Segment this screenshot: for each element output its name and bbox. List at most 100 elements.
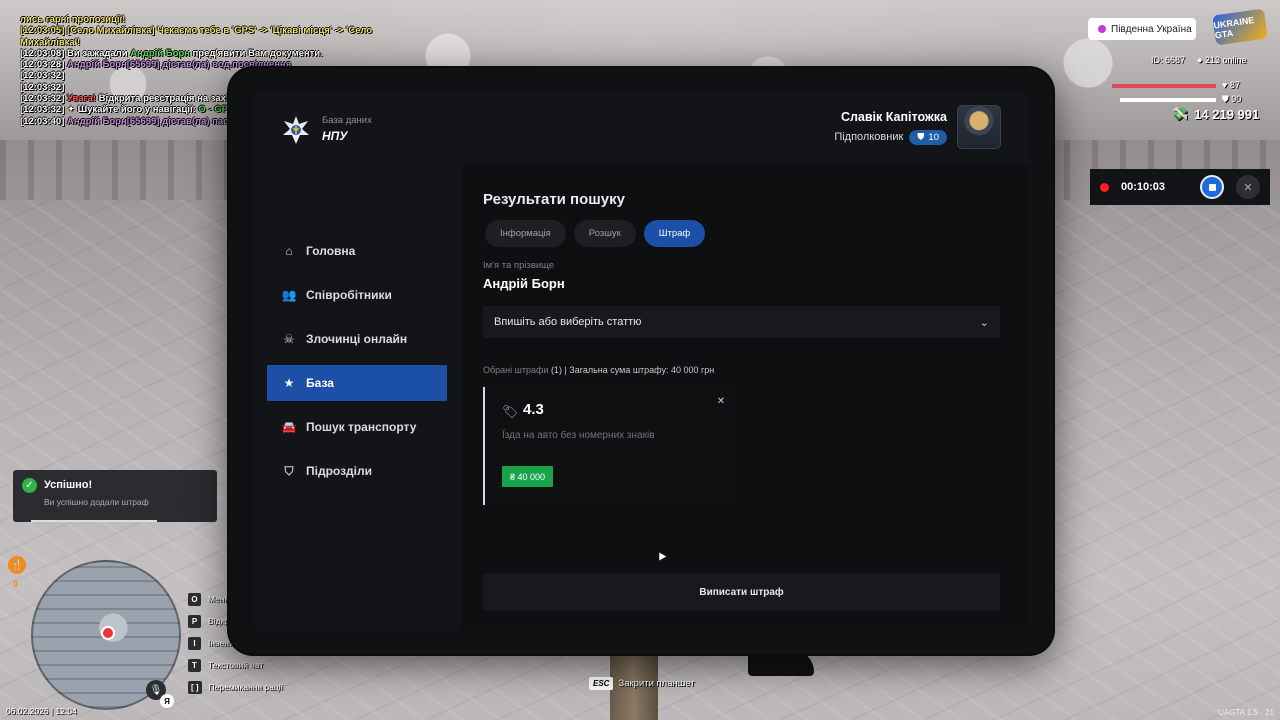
hint-label: Текстовий чат	[208, 660, 264, 670]
home-icon: ⌂	[285, 244, 293, 258]
tablet-screen: База даних НПУ ⌂ Головна 👥 Співробітники ☠ Зл…	[253, 91, 1029, 631]
badge-icon: ⛊	[917, 131, 925, 143]
brand-title: НПУ	[322, 129, 348, 143]
chat-text: [12:03:08] Ви зажадали	[20, 47, 131, 59]
player-marker-icon	[101, 626, 115, 640]
chat-text: [12:03:32]	[20, 70, 65, 82]
esc-key: ESC	[589, 677, 614, 690]
health-value: ♥ 87	[1222, 80, 1240, 90]
tag-icon: 🏷	[502, 404, 519, 419]
keybind-hint: [ ] Перемикання рації	[188, 676, 283, 698]
record-timer: 00:10:03	[1121, 181, 1166, 193]
hint-key: O	[188, 592, 201, 606]
sidebar-item-3[interactable]: ☠ Злочинці онлайн	[267, 321, 447, 357]
remove-fine-button[interactable]: ✕	[714, 394, 728, 408]
chat-text: Відкрита реєстрація на захід:	[95, 93, 241, 105]
sidebar-item-label: Підрозділи	[306, 464, 372, 478]
level-badge: ⛊ 10	[909, 129, 947, 145]
sidebar: База даних НПУ ⌂ Головна 👥 Співробітники ☠ Зл…	[253, 91, 461, 631]
armor-value: ⛊ 90	[1222, 94, 1242, 104]
brand	[281, 115, 311, 145]
sidebar-item-1[interactable]: ⌂ Головна	[267, 233, 447, 269]
stop-record-button[interactable]	[1200, 175, 1224, 199]
chat-text: лись гарні пропозиції!	[20, 14, 126, 25]
user-rank: Підполковник	[834, 131, 904, 143]
armor-bar	[1120, 98, 1216, 102]
record-dot-icon	[1100, 182, 1109, 192]
hint-key: [ ]	[188, 680, 202, 694]
server-badge: Південна Україна	[1088, 18, 1196, 40]
chat-text: Андрій Борн[65699] дістав(ла) паспорт	[67, 115, 251, 127]
result-tabs: Інформація Розшук Штраф	[485, 220, 706, 247]
toast-progress	[31, 520, 157, 522]
sidebar-item-label: База	[306, 376, 334, 390]
name-label: Ім'я та прізвище	[483, 260, 555, 271]
recording-panel: 00:10:03 ✕	[1090, 169, 1270, 205]
chat-line: лись гарні пропозиції!	[20, 14, 440, 25]
sidebar-item-4[interactable]: ★ База	[267, 365, 447, 401]
summary-count: (1)	[550, 365, 562, 375]
online-count: ● 213 online	[1197, 55, 1247, 65]
food-icon: 🍴	[8, 556, 26, 574]
money-value: 14 219 991	[1194, 106, 1260, 122]
tab-2[interactable]: Розшук	[573, 220, 636, 247]
money-icon: 💸	[1172, 106, 1189, 121]
chat-text: Андрій Борн	[130, 47, 190, 59]
avatar[interactable]	[957, 105, 1001, 149]
sidebar-item-label: Співробітники	[306, 288, 392, 302]
shield-icon: ⛉	[284, 463, 294, 478]
sidebar-item-label: Злочинці онлайн	[306, 332, 408, 346]
sidebar-item-label: Головна	[306, 244, 356, 258]
user-info: Славік Капітожка Підполковник ⛊ 10	[834, 110, 947, 145]
level-value: 10	[928, 131, 939, 143]
page-title: Результати пошуку	[483, 191, 625, 208]
success-toast: ✓ Успішно! Ви успішно додали штраф	[13, 470, 217, 522]
sidebar-nav: ⌂ Головна 👥 Співробітники ☠ Злочинці онлайн ★ Б…	[267, 233, 447, 497]
brand-subtitle: База даних	[322, 115, 372, 126]
close-tablet-hint: ESC Закрити планшет	[589, 677, 695, 690]
sidebar-item-2[interactable]: 👥 Співробітники	[267, 277, 447, 313]
chat-line: [12:03:05] [Село Михайлівка] Чекаємо теб…	[20, 25, 440, 36]
fine-description: Їзда на авто без номерних знаків	[502, 430, 655, 441]
keybind-hint: T Текстовий чат	[188, 654, 283, 676]
mute-mic-button[interactable]: ✕	[1236, 175, 1260, 199]
armor-value-text: 90	[1231, 94, 1242, 104]
tab-1[interactable]: Інформація	[485, 220, 566, 247]
article-select-placeholder: Впишіть або виберіть статтю	[494, 316, 642, 328]
food-count: 0	[13, 579, 19, 589]
datetime: 06.02.2026 | 12:04	[6, 706, 77, 716]
hint-key: P	[188, 614, 201, 628]
health-bar	[1112, 84, 1216, 88]
chat-line: [12:03:08] Ви зажадали Андрій Борн пред'…	[20, 48, 440, 59]
mouse-cursor-icon	[655, 550, 667, 561]
check-icon: ✓	[22, 478, 37, 493]
online-count-text: 213 online	[1204, 55, 1247, 65]
star-icon: ★	[283, 376, 295, 390]
article-select[interactable]: Впишіть або виберіть статтю ⌄	[483, 306, 1000, 338]
chat-line: Михайлівка'!	[20, 37, 440, 48]
chat-text: [12:03:32] ✦ Шукайте його у навігації:	[20, 104, 199, 116]
chat-text: [12:03:28]	[20, 59, 67, 71]
chat-text: [12:03:32]	[20, 81, 65, 93]
hint-label: Меню	[208, 594, 231, 604]
users-icon: 👥	[281, 288, 297, 302]
sidebar-item-6[interactable]: ⛉ Підрозділи	[267, 453, 447, 489]
server-icon	[1098, 25, 1106, 33]
user-name: Славік Капітожка	[840, 109, 947, 124]
tab-3[interactable]: Штраф	[643, 220, 706, 247]
sidebar-item-5[interactable]: 🚘 Пошук транспорту	[267, 409, 447, 445]
summary-label: Обрані штрафи	[483, 365, 549, 375]
chat-text: [12:03:32]	[20, 93, 67, 105]
chat-text: Увага!	[67, 93, 96, 105]
fines-summary: Обрані штрафи (1) | Загальна сума штрафу…	[483, 365, 714, 375]
name-value: Андрій Борн	[483, 276, 565, 291]
issue-fine-button[interactable]: Виписати штраф	[483, 573, 1000, 611]
hint-key: I	[188, 636, 201, 650]
fine-card: 🏷 4.3 Їзда на авто без номерних знаків ₴…	[483, 387, 735, 505]
chevron-down-icon: ⌄	[979, 316, 989, 329]
fine-article: 4.3	[523, 401, 544, 418]
hint-key: T	[188, 658, 201, 672]
game-version: UAGTA 1.5 · 21	[1218, 708, 1274, 717]
chat-text: [12:03:40]	[20, 115, 67, 127]
health-value-text: 87	[1229, 80, 1240, 90]
